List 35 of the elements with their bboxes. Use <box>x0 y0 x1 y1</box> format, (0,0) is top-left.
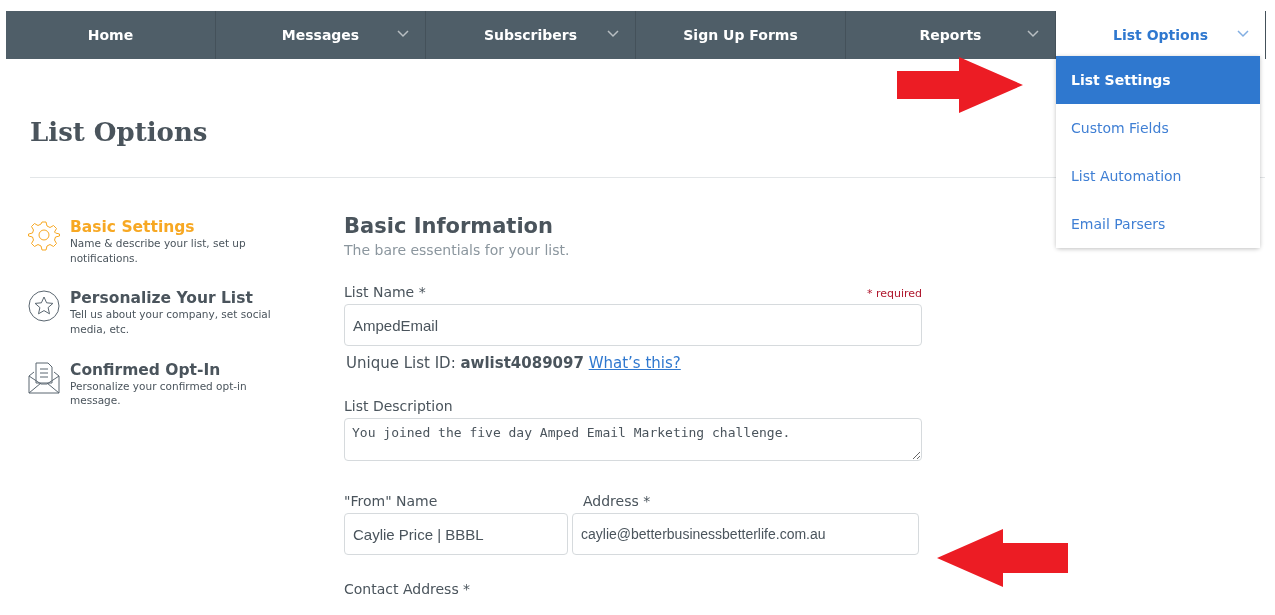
nav-tab[interactable]: Subscribers <box>426 11 636 59</box>
section-title: Basic Information <box>344 214 554 238</box>
from-address-field[interactable]: caylie@betterbusinessbetterlife.com.au <box>572 513 919 555</box>
caret-icon <box>1237 30 1249 38</box>
field-label: Contact Address * <box>344 581 472 597</box>
caret-icon <box>607 30 619 38</box>
menu-item[interactable]: List Settings <box>1056 56 1260 104</box>
menu-item[interactable]: Email Parsers <box>1056 200 1260 248</box>
page-title: List Options <box>30 116 208 149</box>
caret-icon <box>397 30 409 38</box>
section-subtitle: The bare essentials for your list. <box>344 242 571 258</box>
field-label: List Name * <box>344 284 426 300</box>
gear-icon <box>28 218 60 252</box>
list-name-field[interactable]: AmpedEmail <box>344 304 922 346</box>
nav-tab[interactable]: Messages <box>216 11 426 59</box>
sidebar-description: Name & describe your list, set up notifications. <box>70 236 247 266</box>
sidebar-link[interactable]: Confirmed Opt-In <box>70 360 285 379</box>
field-label: "From" Name <box>344 493 439 509</box>
required-note: * required <box>866 287 922 300</box>
nav-tab[interactable]: Sign Up Forms <box>636 11 846 59</box>
sidebar-description: Personalize your confirmed opt-in message. <box>70 378 248 409</box>
menu-item[interactable]: List Automation <box>1056 152 1260 200</box>
help-link[interactable]: What’s this? <box>588 354 681 372</box>
description-field[interactable]: You joined the five day Amped Email Marketing challenge. <box>344 418 922 461</box>
field-label: List Description <box>344 398 453 414</box>
nav-tab[interactable]: Home <box>6 11 216 59</box>
field-label: Address * <box>583 493 652 509</box>
nav-tab[interactable]: List Options <box>1056 11 1266 59</box>
unique-id-text: Unique List ID: awlist4089097 <box>346 354 584 372</box>
caret-icon <box>1027 30 1039 38</box>
from-name-field[interactable]: Caylie Price | BBBL <box>344 513 568 555</box>
sidebar-link[interactable]: Personalize Your List <box>70 289 285 308</box>
sidebar-description: Tell us about your company, set social media, etc. <box>70 307 272 337</box>
envelope-icon <box>28 360 60 395</box>
menu-item[interactable]: Custom Fields <box>1056 104 1260 152</box>
